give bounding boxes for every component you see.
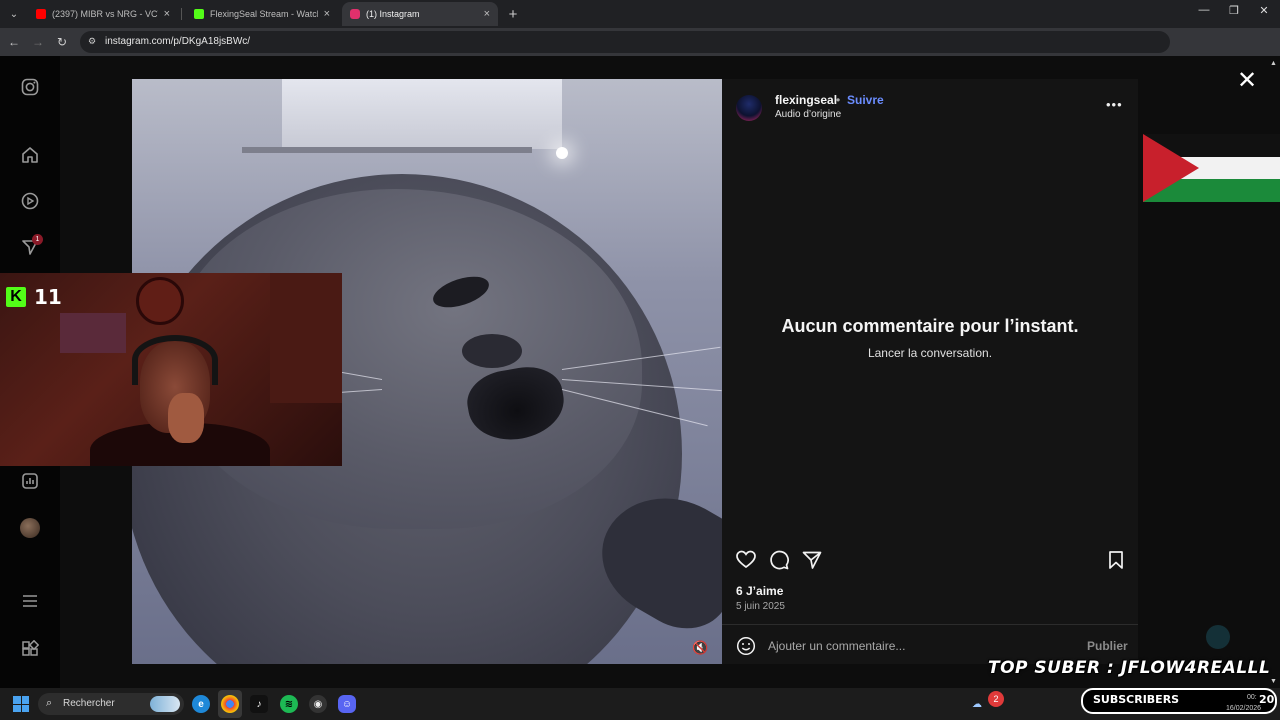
- forward-icon[interactable]: →: [30, 34, 46, 50]
- search-placeholder: Rechercher: [63, 698, 115, 709]
- restore-icon[interactable]: ❐: [1224, 4, 1244, 17]
- share-icon[interactable]: [801, 549, 823, 571]
- taskbar-date[interactable]: 16/02/2026: [1226, 705, 1261, 712]
- reels-icon[interactable]: [20, 191, 40, 211]
- video-rail: [242, 147, 532, 153]
- tab-title: FlexingSeal Stream - Watch Live: [210, 9, 318, 19]
- scroll-down-arrow-icon[interactable]: ▼: [1270, 678, 1277, 685]
- tab-divider: [181, 8, 182, 20]
- headphones: [132, 335, 218, 385]
- emoji-icon[interactable]: [736, 636, 756, 656]
- wall-clock: [136, 277, 184, 325]
- close-tab-icon[interactable]: ×: [164, 8, 170, 20]
- spotify-icon[interactable]: ≋: [280, 695, 298, 713]
- back-icon[interactable]: ←: [6, 34, 22, 50]
- viewer-count-badge: K 11: [6, 285, 62, 309]
- obs-icon[interactable]: ◉: [309, 695, 327, 713]
- chrome-icon[interactable]: [221, 695, 239, 713]
- seal-nose: [462, 334, 522, 368]
- edge-icon[interactable]: e: [192, 695, 210, 713]
- close-modal-icon[interactable]: ✕: [1236, 69, 1258, 93]
- video-light: [556, 147, 568, 159]
- no-comments-subtitle: Lancer la conversation.: [867, 346, 993, 360]
- notification-badge: 1: [32, 234, 43, 245]
- panel-divider: [722, 624, 1138, 625]
- site-info-icon[interactable]: ⚙: [88, 36, 99, 47]
- discord-icon[interactable]: ☺: [338, 695, 356, 713]
- post-details-panel: [722, 79, 1138, 664]
- profile-avatar[interactable]: [20, 518, 40, 538]
- audio-label[interactable]: Audio d’origine: [775, 109, 841, 120]
- close-window-icon[interactable]: ✕: [1254, 4, 1274, 17]
- reload-icon[interactable]: ↻: [54, 34, 70, 50]
- more-options-icon[interactable]: •••: [1106, 97, 1123, 112]
- post-date: 5 juin 2025: [736, 601, 785, 612]
- separator-dot: •: [836, 93, 841, 107]
- tab-kick[interactable]: FlexingSeal Stream - Watch Live ×: [186, 2, 338, 26]
- notification-count-badge: 2: [988, 691, 1004, 707]
- save-bookmark-icon[interactable]: [1105, 549, 1127, 571]
- url-text: instagram.com/p/DKgA18jsBWc/: [105, 36, 251, 47]
- streamer-hand: [168, 393, 204, 443]
- home-icon[interactable]: [20, 145, 40, 165]
- menu-icon[interactable]: [20, 591, 40, 611]
- like-heart-icon[interactable]: [735, 549, 757, 571]
- minimize-icon[interactable]: —: [1194, 4, 1214, 16]
- shelf: [270, 273, 342, 403]
- tab-title: (2397) MIBR vs NRG - VCT Ame: [52, 9, 158, 19]
- dashboard-icon[interactable]: [20, 471, 40, 491]
- search-highlight-image: [150, 696, 180, 712]
- no-comments-title: Aucun commentaire pour l’instant.: [781, 316, 1079, 336]
- author-username[interactable]: flexingseal: [775, 93, 837, 107]
- close-tab-icon[interactable]: ×: [484, 8, 490, 20]
- palestine-flag: [1143, 134, 1280, 202]
- floating-action-button[interactable]: [1206, 625, 1230, 649]
- tab-title: (1) Instagram: [366, 9, 420, 19]
- comment-input[interactable]: Ajouter un commentaire...: [768, 639, 905, 653]
- scroll-up-arrow-icon[interactable]: ▲: [1270, 60, 1277, 67]
- taskbar-time[interactable]: 00:: [1247, 694, 1257, 701]
- more-apps-icon[interactable]: [20, 639, 40, 659]
- tab-instagram[interactable]: (1) Instagram ×: [342, 2, 498, 26]
- tab-search-chevron-icon[interactable]: ⌄: [4, 4, 24, 24]
- instagram-icon: [350, 9, 360, 19]
- flag-triangle: [1143, 134, 1199, 202]
- youtube-icon: [36, 9, 46, 19]
- follow-button[interactable]: Suivre: [847, 93, 884, 107]
- tab-strip: ⌄ (2397) MIBR vs NRG - VCT Ame × Flexing…: [0, 0, 1280, 28]
- audio-mute-icon[interactable]: 🔇: [692, 640, 708, 656]
- address-bar[interactable]: ⚙ instagram.com/p/DKgA18jsBWc/: [80, 31, 1170, 53]
- instagram-logo-icon[interactable]: [20, 77, 40, 97]
- publish-button[interactable]: Publier: [1087, 639, 1128, 653]
- subscribers-label: SUBSCRIBERS: [1093, 693, 1180, 706]
- subscribers-count: 20: [1259, 693, 1275, 706]
- close-tab-icon[interactable]: ×: [324, 8, 330, 20]
- kick-icon: [194, 9, 204, 19]
- windows-start-icon[interactable]: [13, 696, 29, 712]
- search-icon: ⌕: [46, 697, 53, 709]
- video-window: [282, 79, 562, 149]
- weather-icon[interactable]: ☁: [968, 695, 986, 713]
- new-tab-button[interactable]: +: [503, 4, 523, 24]
- tab-youtube[interactable]: (2397) MIBR vs NRG - VCT Ame ×: [28, 2, 178, 26]
- taskbar-search[interactable]: ⌕ Rechercher: [38, 693, 184, 715]
- tiktok-icon[interactable]: ♪: [250, 695, 268, 713]
- wall-poster: [60, 313, 126, 353]
- viewer-count: 11: [34, 285, 62, 309]
- comment-icon[interactable]: [768, 549, 790, 571]
- browser-toolbar: ← → ↻ ⚙ instagram.com/p/DKgA18jsBWc/ ⌕ ⧉…: [0, 28, 1280, 77]
- kick-logo-icon: K: [6, 287, 26, 307]
- author-avatar[interactable]: [736, 95, 762, 121]
- top-suber-banner: TOP SUBER : JFLOW4REALLL: [988, 658, 1271, 678]
- likes-count[interactable]: 6 J’aime: [736, 584, 783, 598]
